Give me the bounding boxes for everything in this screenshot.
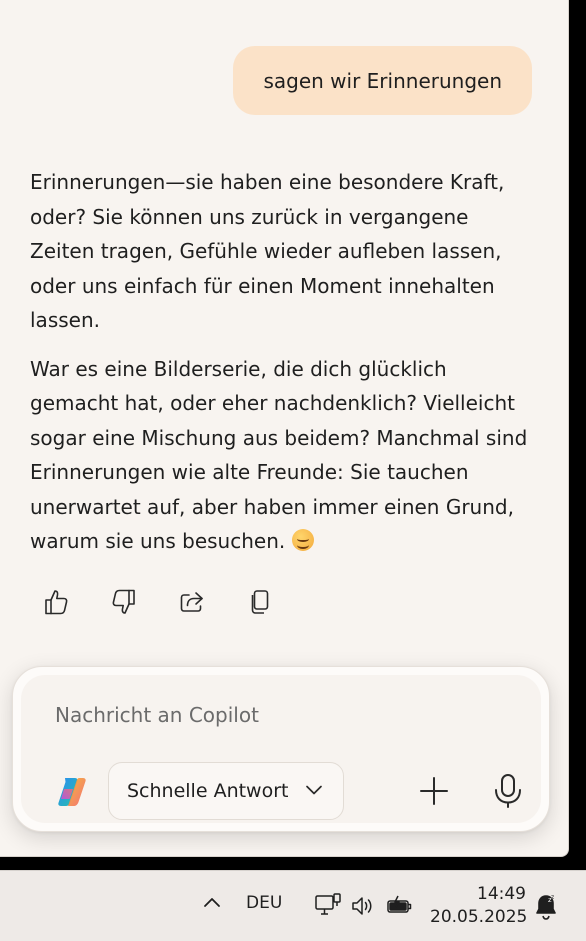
assistant-paragraph-2: War es eine Bilderserie, die dich glückl… <box>30 352 536 559</box>
plus-icon[interactable] <box>417 774 451 808</box>
user-message-text: sagen wir Erinnerungen <box>263 68 502 93</box>
input-language-label: DEU <box>246 893 283 913</box>
assistant-paragraph-1-text: Erinnerungen—sie haben eine besondere Kr… <box>30 170 505 332</box>
svg-text:z: z <box>551 894 554 901</box>
input-language-button[interactable]: DEU <box>246 893 282 913</box>
message-composer: Schnelle Antwort <box>12 666 550 832</box>
share-button[interactable] <box>176 586 208 618</box>
chevron-down-icon <box>306 785 322 795</box>
copilot-logo-icon[interactable] <box>55 775 89 809</box>
volume-button[interactable] <box>350 894 376 918</box>
copilot-window: sagen wir Erinnerungen Erinnerungen—sie … <box>0 0 569 857</box>
chevron-up-icon <box>204 898 220 907</box>
response-mode-dropdown[interactable]: Schnelle Antwort <box>108 762 344 820</box>
copy-icon <box>251 590 269 614</box>
notification-icon: z z <box>536 894 556 920</box>
clock[interactable]: 14:49 20.05.2025 <box>430 883 528 929</box>
user-message-bubble: sagen wir Erinnerungen <box>233 46 532 115</box>
assistant-response: Erinnerungen—sie haben eine besondere Kr… <box>30 165 536 573</box>
assistant-paragraph-2-text: War es eine Bilderserie, die dich glückl… <box>30 356 528 554</box>
thumbs-up-icon <box>45 590 68 615</box>
composer-inner: Schnelle Antwort <box>21 675 541 823</box>
clock-date: 20.05.2025 <box>430 907 528 927</box>
microphone-icon[interactable] <box>491 773 525 809</box>
speaker-icon <box>352 897 372 915</box>
scrollbar[interactable] <box>562 0 568 856</box>
response-mode-label: Schnelle Antwort <box>127 780 289 802</box>
thumbs-down-button[interactable] <box>108 586 140 618</box>
share-icon <box>180 592 203 612</box>
thumbs-down-icon <box>112 589 135 614</box>
network-icon <box>315 893 341 915</box>
message-actions <box>40 586 276 618</box>
thumbs-up-button[interactable] <box>40 586 72 618</box>
copy-button[interactable] <box>244 586 276 618</box>
smiling-face-icon <box>291 529 314 551</box>
show-hidden-icons-button[interactable] <box>202 895 222 909</box>
notifications-button[interactable]: z z <box>534 893 558 921</box>
battery-icon <box>387 895 412 913</box>
clock-time: 14:49 <box>477 884 526 904</box>
taskbar: DEU 14:49 20.05.2025 z z <box>0 870 586 941</box>
network-button[interactable] <box>314 892 342 920</box>
message-input[interactable] <box>55 703 525 727</box>
assistant-paragraph-1: Erinnerungen—sie haben eine besondere Kr… <box>30 165 536 338</box>
battery-button[interactable] <box>386 895 414 917</box>
